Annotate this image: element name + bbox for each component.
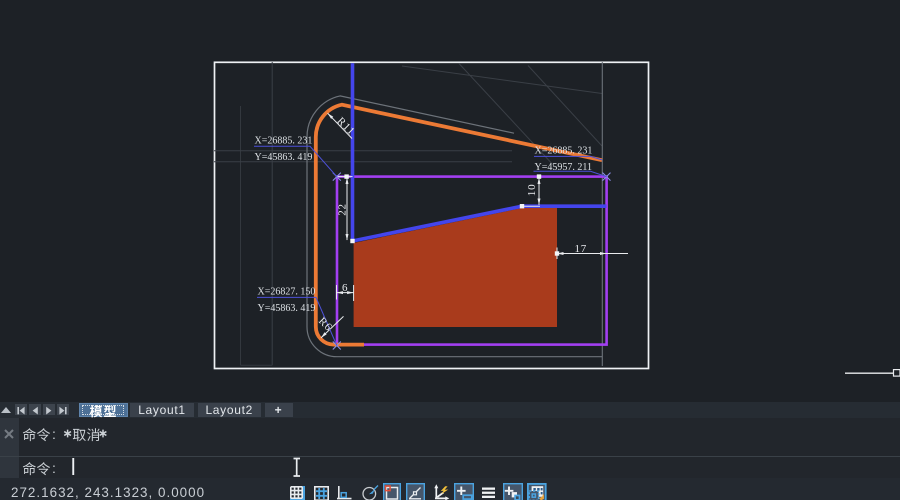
svg-text:6: 6 (342, 282, 348, 294)
svg-text:X=26827. 150: X=26827. 150 (258, 286, 316, 297)
svg-text:X=26885. 231: X=26885. 231 (535, 146, 593, 157)
svg-text:10: 10 (526, 184, 538, 197)
svg-text:Y=45957. 211: Y=45957. 211 (535, 162, 593, 173)
svg-text:22: 22 (336, 203, 348, 216)
svg-text:17: 17 (575, 243, 588, 255)
svg-text:Y=45863. 419: Y=45863. 419 (255, 152, 313, 163)
svg-text:X=26885. 231: X=26885. 231 (255, 135, 313, 146)
svg-text::: : (52, 426, 56, 442)
svg-text:Y=45863. 419: Y=45863. 419 (258, 303, 316, 314)
svg-text:R6: R6 (316, 315, 335, 334)
